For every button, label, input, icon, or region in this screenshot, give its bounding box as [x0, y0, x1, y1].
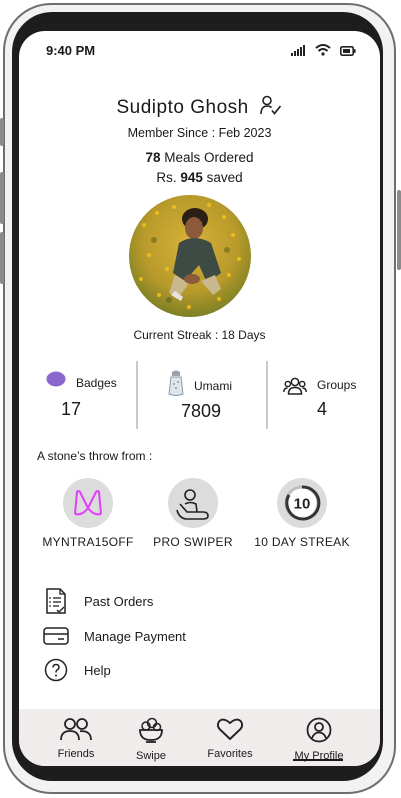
phone-power-button — [397, 190, 401, 270]
status-bar: 9:40 PM — [19, 31, 380, 69]
battery-icon — [340, 43, 356, 61]
next-badge-name: MYNTRA15OFF — [42, 535, 134, 549]
next-badge-10-day-streak[interactable]: 10 10 DAY STREAK — [247, 478, 357, 549]
next-badge-pro-swiper[interactable]: PRO SWIPER — [138, 478, 248, 549]
saved-amount: 945 — [180, 170, 203, 185]
bottom-nav: Friends Swipe Favorites My Profile — [19, 709, 380, 766]
stat-umami[interactable]: Umami 7809 — [138, 359, 266, 431]
profile-name-row: Sudipto Ghosh — [19, 95, 380, 122]
menu-label: Help — [84, 662, 111, 678]
menu-help[interactable]: Help — [43, 656, 111, 684]
friends-icon — [59, 718, 93, 745]
receipt-icon — [43, 588, 69, 614]
menu-manage-payment[interactable]: Manage Payment — [43, 622, 186, 650]
nav-swipe[interactable]: Swipe — [111, 717, 191, 762]
stat-groups[interactable]: Groups 4 — [268, 359, 380, 431]
app-screen: 9:40 PM Sudipto Ghosh Member Since : Feb… — [19, 31, 380, 766]
stat-umami-label: Umami — [194, 379, 232, 393]
nav-favorites[interactable]: Favorites — [190, 717, 270, 760]
streak-number: 10 — [294, 496, 311, 513]
member-since: Member Since : Feb 2023 — [127, 126, 272, 140]
avatar[interactable] — [129, 195, 251, 317]
bowl-icon — [137, 717, 165, 747]
stat-badges-label: Badges — [76, 376, 117, 390]
stat-umami-value: 7809 — [181, 401, 222, 421]
badge-dot-icon — [46, 371, 66, 392]
amount-saved: Rs. 945 saved — [19, 170, 380, 185]
status-icons — [291, 43, 356, 61]
streak-10-icon: 10 — [277, 478, 327, 528]
stat-groups-value: 4 — [317, 399, 328, 419]
phone-volume-down — [0, 232, 4, 284]
heart-icon — [216, 718, 244, 745]
status-time: 9:40 PM — [46, 43, 96, 58]
nav-active-indicator — [293, 759, 343, 761]
next-badge-myntra[interactable]: MYNTRA15OFF — [33, 478, 143, 549]
stat-groups-label: Groups — [317, 378, 357, 392]
meals-ordered: 78 Meals Ordered — [19, 150, 380, 165]
salt-shaker-icon — [168, 370, 184, 401]
help-icon — [43, 657, 69, 683]
profile-icon — [306, 717, 332, 747]
nav-label: Swipe — [136, 750, 166, 762]
nav-friends[interactable]: Friends — [36, 717, 116, 760]
next-badge-name: PRO SWIPER — [153, 535, 233, 549]
phone-volume-up — [0, 172, 4, 224]
wifi-icon — [315, 43, 331, 61]
stone-throw-title: A stone’s throw from : — [37, 449, 153, 463]
stat-badges-value: 17 — [61, 399, 82, 419]
nav-label: Favorites — [207, 748, 253, 760]
phone-mute-switch — [0, 118, 4, 146]
swiper-hand-icon — [168, 478, 218, 528]
saved-suffix: saved — [202, 170, 243, 185]
nav-my-profile[interactable]: My Profile — [279, 717, 359, 762]
meals-suffix: Meals Ordered — [160, 150, 254, 165]
menu-label: Manage Payment — [84, 628, 186, 644]
meals-count: 78 — [145, 150, 161, 165]
saved-prefix: Rs. — [156, 170, 181, 185]
nav-label: Friends — [57, 748, 95, 760]
menu-label: Past Orders — [84, 593, 154, 609]
card-icon — [43, 623, 69, 649]
profile-name: Sudipto Ghosh — [116, 97, 249, 118]
signal-icon — [291, 43, 306, 61]
menu-past-orders[interactable]: Past Orders — [43, 587, 153, 615]
myntra-logo-icon — [63, 478, 113, 528]
stats-row: Badges 17 Umami 7809 Groups 4 — [19, 359, 380, 431]
edit-profile-icon[interactable] — [260, 95, 282, 122]
current-streak: Current Streak : 18 Days — [133, 328, 266, 342]
stat-badges[interactable]: Badges 17 — [19, 359, 136, 431]
next-badge-name: 10 DAY STREAK — [254, 535, 350, 549]
groups-icon — [283, 377, 307, 400]
